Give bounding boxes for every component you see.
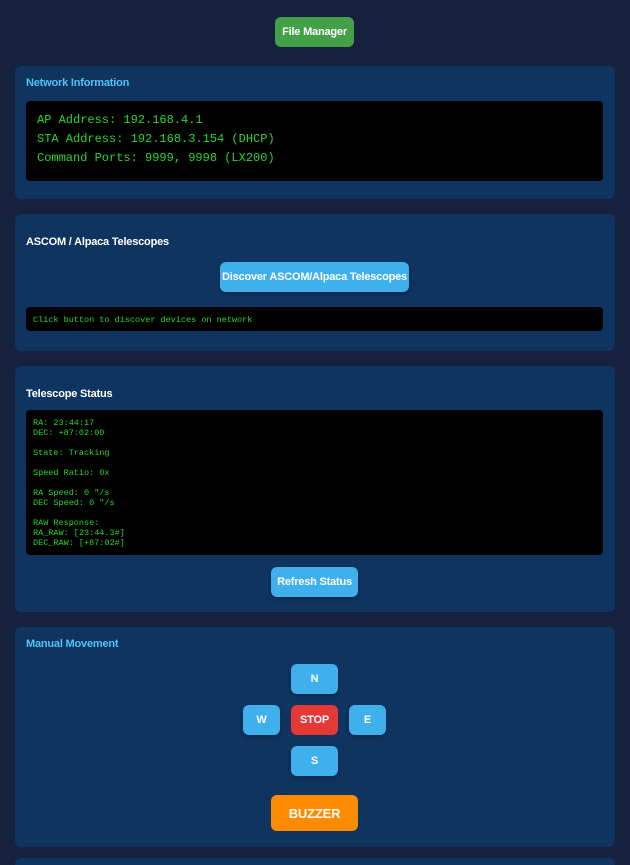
discover-output-text: Click button to discover devices on netw… [33,315,253,325]
ra-line: RA: 23:44:17 [33,418,95,428]
telescope-status-card: Telescope Status RA: 23:44:17 DEC: +87:0… [15,366,615,612]
stop-button[interactable]: STOP [291,705,338,735]
status-terminal: RA: 23:44:17 DEC: +87:02:00 State: Track… [26,410,603,555]
move-east-button[interactable]: E [349,705,386,735]
move-west-button[interactable]: W [243,705,280,735]
dec-speed-line: DEC Speed: 0 "/s [33,498,115,508]
discover-telescopes-button[interactable]: Discover ASCOM/Alpaca Telescopes [220,262,409,292]
telescope-status-title: Telescope Status [26,388,113,400]
manual-movement-card: Manual Movement N W STOP E S BUZZER [15,627,615,847]
command-ports-line: Command Ports: 9999, 9998 (LX200) [37,151,275,165]
dec-raw-line: DEC_RAW: [+87:02#] [33,538,125,548]
refresh-status-button[interactable]: Refresh Status [271,567,358,597]
next-card-partial [15,858,615,865]
network-info-terminal: AP Address: 192.168.4.1 STA Address: 192… [26,101,603,181]
move-south-button[interactable]: S [291,746,338,776]
ascom-title: ASCOM / Alpaca Telescopes [26,236,169,248]
move-north-button[interactable]: N [291,664,338,694]
ra-speed-line: RA Speed: 0 "/s [33,488,110,498]
ra-raw-line: RA_RAW: [23:44.3#] [33,528,125,538]
speed-ratio-line: Speed Ratio: 0x [33,468,110,478]
dec-line: DEC: +87:02:00 [33,428,105,438]
state-line: State: Tracking [33,448,110,458]
ascom-card: ASCOM / Alpaca Telescopes Discover ASCOM… [15,214,615,351]
discover-output-terminal: Click button to discover devices on netw… [26,307,603,331]
sta-address-line: STA Address: 192.168.3.154 (DHCP) [37,132,275,146]
manual-movement-title: Manual Movement [26,638,119,650]
file-manager-button[interactable]: File Manager [275,17,354,47]
network-info-card: Network Information AP Address: 192.168.… [15,66,615,199]
ap-address-line: AP Address: 192.168.4.1 [37,113,203,127]
raw-response-line: RAW Response: [33,518,100,528]
network-info-title: Network Information [26,77,130,89]
buzzer-button[interactable]: BUZZER [271,795,358,831]
